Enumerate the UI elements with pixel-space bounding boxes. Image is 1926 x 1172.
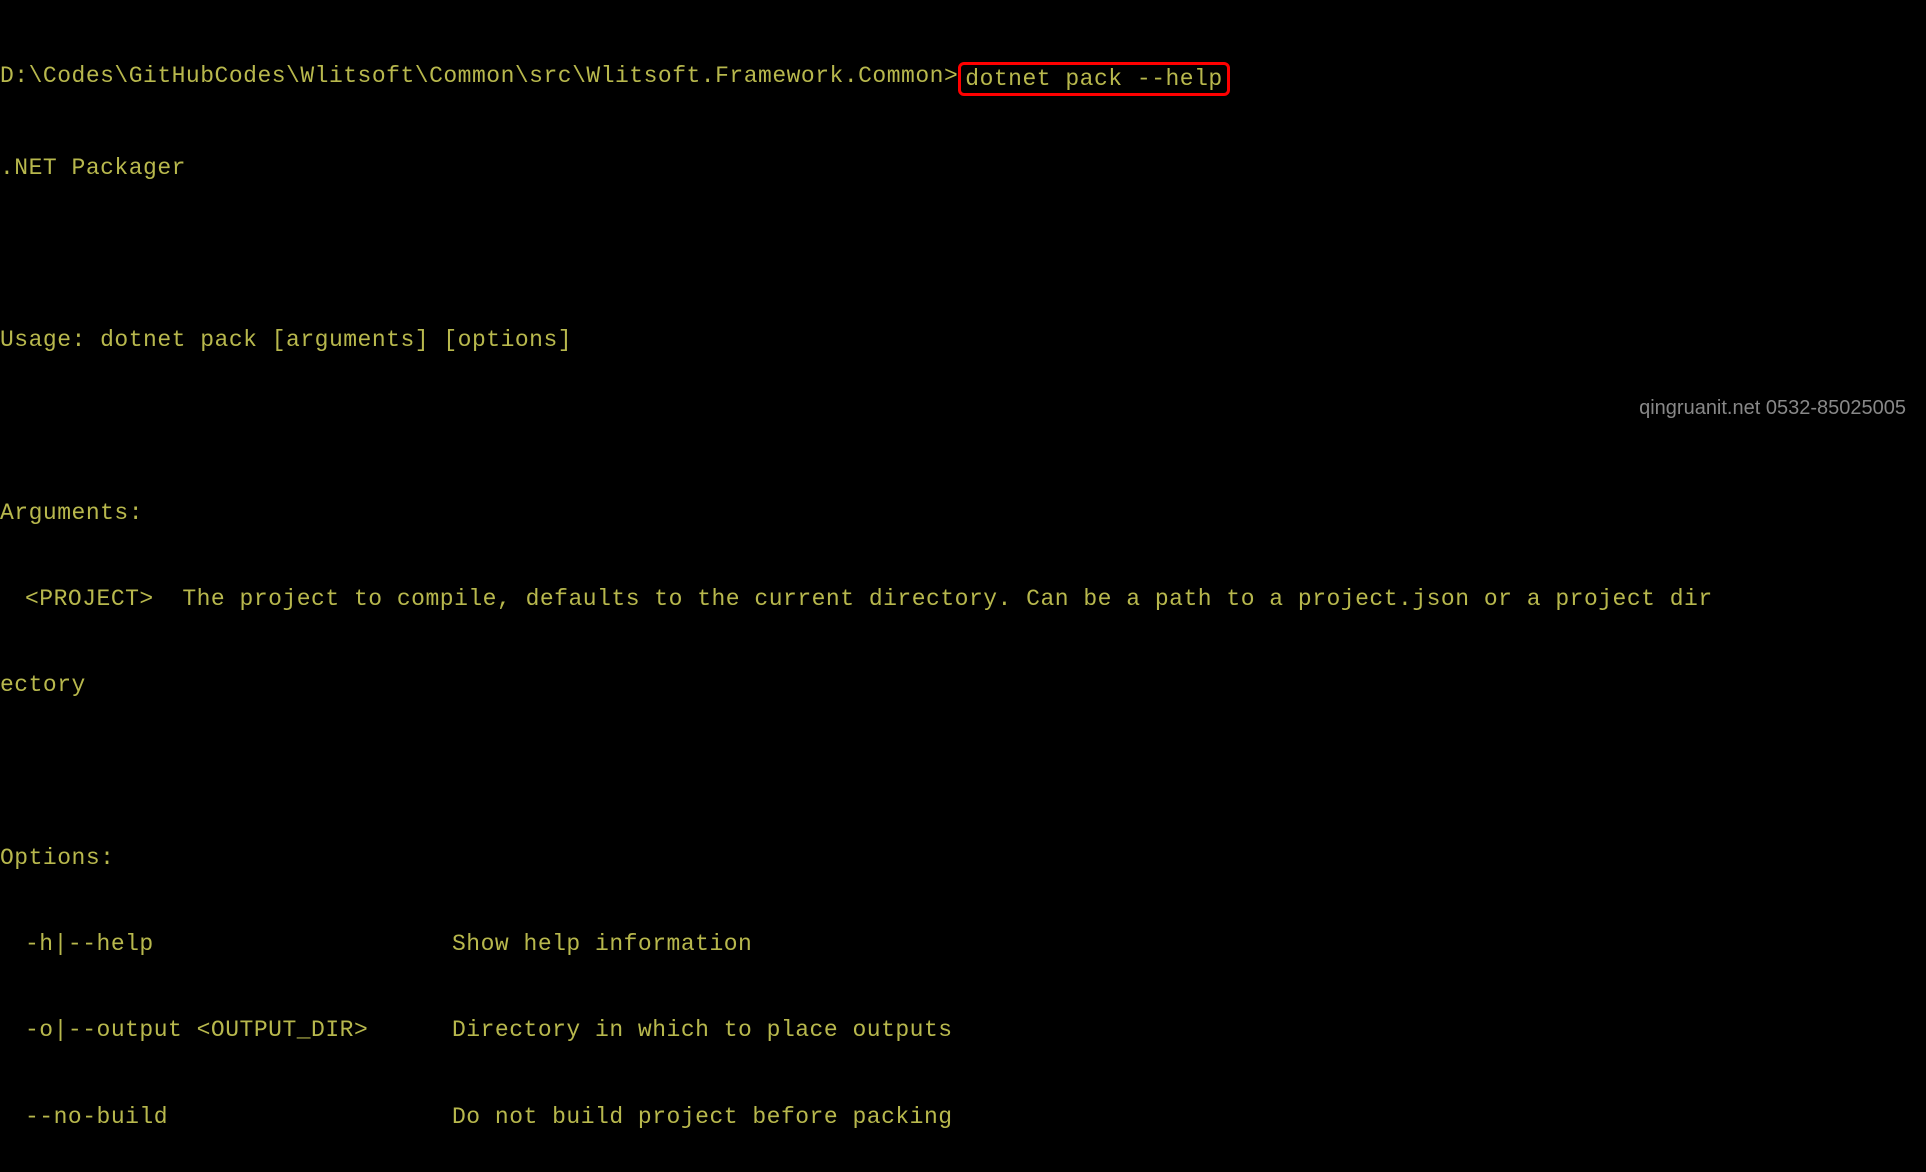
- option-flag: -o|--output <OUTPUT_DIR>: [0, 1016, 452, 1045]
- command-highlight: dotnet pack --help: [958, 62, 1229, 97]
- header-line: .NET Packager: [0, 154, 1926, 183]
- options-label: Options:: [0, 844, 1926, 873]
- option-row: --no-build Do not build project before p…: [0, 1103, 1926, 1132]
- option-row: -h|--help Show help information: [0, 930, 1926, 959]
- prompt-path: D:\Codes\GitHubCodes\Wlitsoft\Common\src…: [0, 62, 958, 97]
- prompt-line: D:\Codes\GitHubCodes\Wlitsoft\Common\src…: [0, 62, 1926, 97]
- option-flag: --no-build: [0, 1103, 452, 1132]
- arguments-desc-line1: <PROJECT> The project to compile, defaul…: [0, 585, 1926, 614]
- blank-line: [0, 758, 1926, 787]
- option-flag: -h|--help: [0, 930, 452, 959]
- arguments-label: Arguments:: [0, 499, 1926, 528]
- blank-line: [0, 240, 1926, 269]
- terminal-output[interactable]: D:\Codes\GitHubCodes\Wlitsoft\Common\src…: [0, 4, 1926, 1172]
- usage-line: Usage: dotnet pack [arguments] [options]: [0, 326, 1926, 355]
- option-desc: Do not build project before packing: [452, 1103, 1926, 1132]
- option-desc: Directory in which to place outputs: [452, 1016, 1926, 1045]
- arguments-desc-line2: ectory: [0, 671, 1926, 700]
- watermark-text: qingruanit.net 0532-85025005: [1639, 396, 1906, 421]
- command-text: dotnet pack --help: [965, 66, 1222, 92]
- blank-line: [0, 413, 1926, 442]
- option-row: -o|--output <OUTPUT_DIR> Directory in wh…: [0, 1016, 1926, 1045]
- option-desc: Show help information: [452, 930, 1926, 959]
